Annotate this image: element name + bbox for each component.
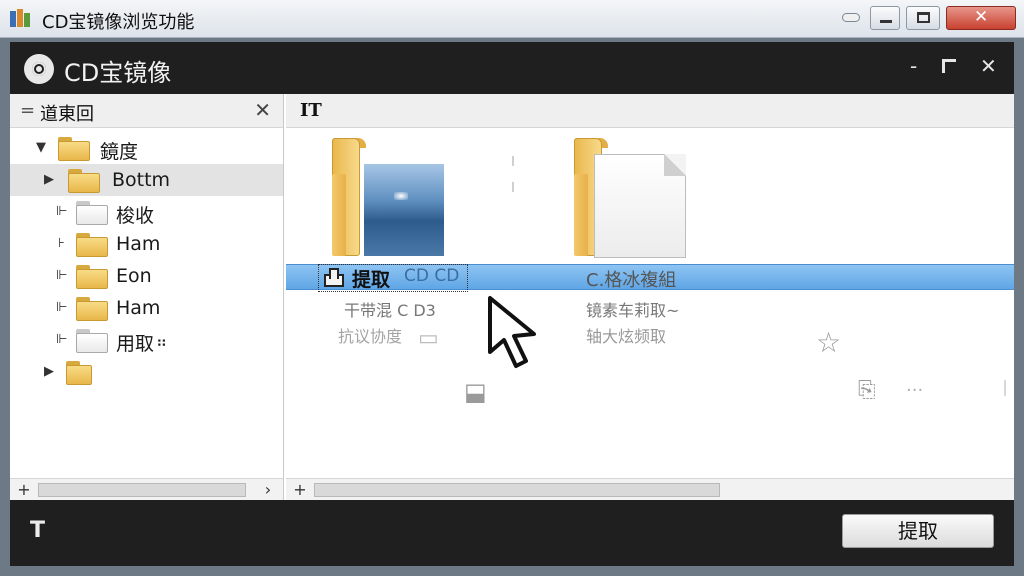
header-close-button[interactable]: ✕ (980, 54, 997, 78)
tree-line-icon: ⊩ (56, 300, 68, 315)
tree-line-icon: ⊩ (56, 332, 68, 347)
image-folder-icon[interactable] (332, 138, 452, 258)
tree-item-label: 鏡度 (100, 141, 139, 163)
maximize-button[interactable] (906, 6, 940, 30)
window-titlebar: CD宝镜像浏览功能 ✕ (0, 0, 1024, 38)
document-icon (76, 329, 108, 353)
scroll-left-button[interactable]: + (290, 480, 310, 499)
content-pane-header: IT (286, 94, 1014, 128)
header-minimize-button[interactable]: - (910, 54, 917, 78)
footer-bar: T 提取 (10, 500, 1014, 566)
tree-item-jingdu[interactable]: ▼ 鏡度 (10, 132, 283, 164)
content-pane-title: IT (300, 100, 322, 121)
document-folder-icon[interactable] (574, 138, 694, 258)
item-title-suffix: CD CD (404, 266, 460, 286)
tree-item-yongqu[interactable]: ⊩ 用取 ⠶ (10, 324, 283, 356)
item-title[interactable]: 提取 (352, 265, 390, 292)
expand-icon[interactable]: ▶ (44, 172, 54, 187)
folder-icon (76, 233, 108, 257)
menu-icon[interactable]: = (20, 100, 35, 121)
folder-icon (66, 361, 92, 385)
photo-thumbnail (362, 162, 446, 258)
header-restore-button[interactable] (942, 54, 956, 78)
tree-item-bottm[interactable]: ▶ Bottm (10, 164, 283, 196)
folder-icon (68, 169, 100, 193)
app-title: CD宝镜像 (64, 59, 172, 87)
tree-line-icon: ⊩ (56, 204, 68, 219)
folder-tree-pane: = 道東回 ✕ ▼ 鏡度 ▶ Bottm ⊩ 梭收 ⊦ Ham ⊩ Eon ⊩ … (10, 94, 284, 500)
app-icon (10, 9, 32, 29)
scroll-thumb[interactable] (314, 483, 720, 497)
cd-icon (24, 54, 54, 84)
footer-menu-icon[interactable]: T (30, 518, 45, 543)
tree-pane-close-icon[interactable]: ✕ (254, 98, 271, 122)
tree-horizontal-scrollbar[interactable]: + › (10, 478, 283, 500)
more-icon[interactable]: ··· (906, 380, 923, 401)
item-detail-line2: 抗议协度 (338, 327, 403, 346)
star-icon[interactable]: ☆ (816, 326, 841, 359)
tree-item-label: Eon (116, 265, 152, 287)
tree-item-unnamed[interactable]: ▶ (10, 356, 283, 388)
tree-item-suoshou[interactable]: ⊩ 梭收 (10, 196, 283, 228)
tree-item-label: 梭收 (116, 205, 155, 227)
minimize-button[interactable] (870, 6, 900, 30)
tree-pane-header: = 道東回 ✕ (10, 94, 283, 128)
tree-item-label: Ham (116, 233, 161, 255)
scroll-left-button[interactable]: + (14, 480, 34, 499)
divider (512, 182, 514, 192)
item-detail-line1: 干带混 C D3 (344, 301, 436, 320)
divider (512, 156, 514, 166)
tree-item-eon[interactable]: ⊩ Eon (10, 260, 283, 292)
share-icon[interactable]: ⎘ (858, 378, 876, 403)
system-menu-button[interactable] (838, 6, 864, 30)
extract-icon (324, 268, 346, 288)
collapse-icon[interactable]: ▼ (36, 140, 46, 155)
extract-button[interactable]: 提取 (842, 514, 994, 548)
content-horizontal-scrollbar[interactable]: + (286, 478, 1014, 500)
scroll-right-button[interactable]: › (258, 480, 278, 499)
tree-item-suffix: ⠶ (156, 333, 167, 351)
mouse-cursor-icon (488, 296, 536, 368)
tree-item-ham-2[interactable]: ⊩ Ham (10, 292, 283, 324)
tree-item-label: Bottm (112, 169, 171, 191)
tree-item-ham[interactable]: ⊦ Ham (10, 228, 283, 260)
close-icon: ✕ (974, 7, 989, 27)
item-detail-line2: 轴大炫频取 (586, 327, 667, 346)
expand-icon[interactable]: ▶ (44, 364, 54, 379)
folder-icon (76, 265, 108, 289)
folder-icon (58, 137, 90, 161)
item-title[interactable]: C.格冰複組 (586, 266, 676, 292)
app-header: CD宝镜像 - ✕ (10, 42, 1014, 94)
divider (1004, 380, 1006, 396)
bookmark-icon: ▭ (418, 326, 439, 351)
tree-item-label: 用取 (116, 333, 155, 355)
window-title: CD宝镜像浏览功能 (42, 12, 195, 33)
scroll-thumb[interactable] (38, 483, 246, 497)
folder-icon (76, 297, 108, 321)
folder-icon (76, 201, 108, 225)
tree-pane-title: 道東回 (40, 104, 94, 125)
close-button[interactable]: ✕ (946, 6, 1016, 30)
tree-item-label: Ham (116, 297, 161, 319)
tree-line-icon: ⊩ (56, 268, 68, 283)
item-detail-line1: 镜素车莉取~ (586, 301, 680, 320)
content-pane: IT 提取 CD CD 干带混 C D3 抗议协度 ▭ C.格冰複組 镜素车莉取… (286, 94, 1014, 500)
tree-line-icon: ⊦ (58, 236, 65, 251)
folder-tree: ▼ 鏡度 ▶ Bottm ⊩ 梭收 ⊦ Ham ⊩ Eon ⊩ Ham ⊩ 用取… (10, 132, 283, 388)
comment-icon[interactable]: ⬓ (464, 378, 487, 406)
